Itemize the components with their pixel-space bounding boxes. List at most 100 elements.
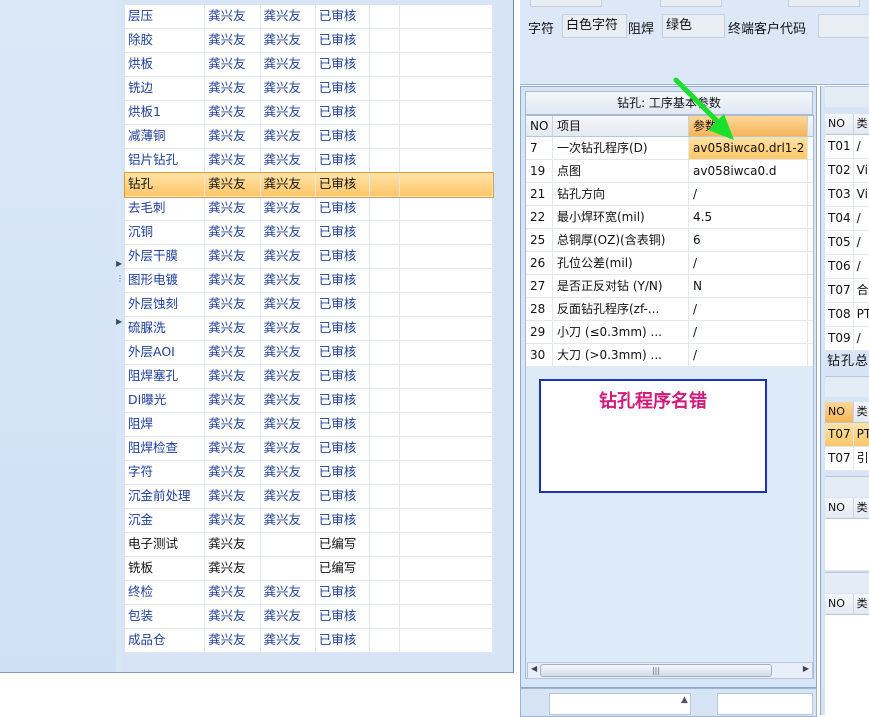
empty-cell (400, 533, 493, 556)
reviewer-cell: 龚兴友 (261, 389, 316, 412)
char-field[interactable]: 白色字符 (562, 14, 627, 38)
process-step-cell: 外层蚀刻 (125, 293, 206, 316)
bottom-field[interactable] (549, 693, 691, 715)
tool2-row[interactable]: T07PT (825, 423, 869, 447)
process-table-row[interactable]: 铣板 龚兴友 已编写 (125, 557, 493, 581)
process-table-row[interactable]: DI曝光 龚兴友 龚兴友 已审核 (125, 389, 493, 413)
tool-rows: T01/T02ViT03ViT04/T05/T06/T07合T08PTT09/ (825, 135, 869, 351)
tool-row[interactable]: T02 Vi (825, 159, 869, 183)
drill-param-row[interactable]: 30 大刀 (>0.3mm) ... / (526, 344, 813, 367)
tool-column-type[interactable]: 类 (854, 114, 869, 134)
info-field-top[interactable] (530, 0, 602, 7)
customer-code-label: 终端客户代码 (728, 22, 807, 37)
process-table-row[interactable]: 字符 龚兴友 龚兴友 已审核 (125, 461, 493, 485)
solder-mask-field[interactable]: 绿色 (662, 14, 725, 38)
process-table-row[interactable]: 阻焊 龚兴友 龚兴友 已审核 (125, 413, 493, 437)
scroll-left-icon[interactable]: ◀ (531, 664, 537, 673)
process-table-row[interactable]: 终检 龚兴友 龚兴友 已审核 (125, 581, 493, 605)
info-field-top[interactable] (788, 0, 860, 7)
tool-row[interactable]: T07 合 (825, 279, 869, 303)
process-table-row[interactable]: 钻孔 龚兴友 龚兴友 已审核 (124, 172, 494, 198)
tool-row[interactable]: T06/ (825, 255, 869, 279)
drill-param-row[interactable]: 21 钻孔方向 / (526, 183, 813, 206)
process-table-row[interactable]: 层压 龚兴友 龚兴友 已审核 (125, 5, 493, 29)
drill-param-row[interactable]: 29 小刀 (≤0.3mm) ... / (526, 321, 813, 344)
drill-param-row[interactable]: 28 反面钻孔程序(zf-... / (526, 298, 813, 321)
tool-row[interactable]: T01/ (825, 135, 869, 159)
param-item-cell: 一次钻孔程序(D) (553, 137, 689, 159)
process-table-row[interactable]: 成品仓 龚兴友 龚兴友 已审核 (125, 629, 493, 653)
process-table-row[interactable]: 外层干膜 龚兴友 龚兴友 已审核 (125, 245, 493, 269)
tool-type-cell: PT (854, 303, 869, 326)
tool-no-cell: T06 (825, 255, 854, 278)
process-table-row[interactable]: 减薄铜 龚兴友 龚兴友 已审核 (125, 125, 493, 149)
process-step-cell: 电子测试 (125, 533, 206, 556)
process-table-row[interactable]: 沉铜 龚兴友 龚兴友 已审核 (125, 221, 493, 245)
column-header-no[interactable]: NO (526, 116, 553, 136)
tool-row[interactable]: T08PT (825, 303, 869, 327)
drill-param-row[interactable]: 22 最小焊环宽(mil) 4.5 (526, 206, 813, 229)
reviewer-cell: 龚兴友 (261, 125, 316, 148)
process-table-row[interactable]: 电子测试 龚兴友 已编写 (125, 533, 493, 557)
process-table-row[interactable]: 去毛刺 龚兴友 龚兴友 已审核 (125, 197, 493, 221)
tool4-column-type[interactable]: 类 (854, 594, 869, 614)
status-cell: 已审核 (316, 29, 371, 52)
tool3-column-type[interactable]: 类 (854, 498, 869, 518)
customer-code-field[interactable] (818, 14, 869, 38)
empty-cell (400, 437, 493, 460)
tool3-column-no[interactable]: NO (825, 498, 854, 518)
tool-row[interactable]: T09/ (825, 327, 869, 351)
tool-column-no[interactable]: NO (825, 114, 854, 134)
tool-row[interactable]: T04/ (825, 207, 869, 231)
tool-grid-4-header: NO 类 (825, 594, 869, 615)
drill-param-row[interactable]: 27 是否正反对钻 (Y/N) N (526, 275, 813, 298)
status-cell: 已审核 (316, 581, 371, 604)
column-header-item[interactable]: 项目 (553, 116, 689, 136)
empty-cell (400, 221, 493, 244)
drill-param-row[interactable]: 26 孔位公差(mil) / (526, 252, 813, 275)
scrollbar-thumb[interactable]: ||| (540, 664, 772, 677)
bottom-field[interactable] (717, 693, 813, 715)
tool-row[interactable]: T05/ (825, 231, 869, 255)
process-table-row[interactable]: 铝片钻孔 龚兴友 龚兴友 已审核 (125, 149, 493, 173)
spinner-up-icon[interactable]: ▲ (681, 695, 688, 705)
tool-grid-4: NO 类 (825, 594, 869, 715)
process-table-row[interactable]: 铣边 龚兴友 龚兴友 已审核 (125, 77, 493, 101)
process-table-row[interactable]: 烘板 龚兴友 龚兴友 已审核 (125, 53, 493, 77)
tool-row[interactable]: T03 Vi (825, 183, 869, 207)
process-table-row[interactable]: 烘板1 龚兴友 龚兴友 已审核 (125, 101, 493, 125)
scroll-right-icon[interactable]: ▶ (803, 664, 809, 673)
process-table-row[interactable]: 外层AOI 龚兴友 龚兴友 已审核 (125, 341, 493, 365)
drill-param-row[interactable]: 25 总铜厚(OZ)(含表铜) 6 (526, 229, 813, 252)
horizontal-scrollbar[interactable]: ◀ ||| ▶ (527, 662, 813, 679)
process-table-row[interactable]: 图形电镀 龚兴友 龚兴友 已审核 (125, 269, 493, 293)
reviewer-cell: 龚兴友 (261, 197, 316, 220)
tool-grid-2-header: NO 类 (825, 402, 869, 423)
tool4-column-no[interactable]: NO (825, 594, 854, 614)
process-step-cell: 铣边 (125, 77, 206, 100)
process-table-row[interactable]: 沉金前处理 龚兴友 龚兴友 已审核 (125, 485, 493, 509)
reviewer-cell: 龚兴友 (261, 581, 316, 604)
tool2-row[interactable]: T07 引 (825, 447, 869, 471)
process-table-row[interactable]: 阻焊塞孔 龚兴友 龚兴友 已审核 (125, 365, 493, 389)
tool2-column-type[interactable]: 类 (854, 402, 869, 422)
process-table-row[interactable]: 沉金 龚兴友 龚兴友 已审核 (125, 509, 493, 533)
info-field-top[interactable] (660, 0, 722, 7)
process-step-cell: 字符 (125, 461, 206, 484)
reviewer-cell: 龚兴友 (261, 437, 316, 460)
process-table-row[interactable]: 硫脲洗 龚兴友 龚兴友 已审核 (125, 317, 493, 341)
empty-cell (370, 269, 401, 292)
tool-grid-header: NO 类 (825, 114, 869, 135)
empty-cell (400, 173, 493, 196)
process-table-row[interactable]: 包装 龚兴友 龚兴友 已审核 (125, 605, 493, 629)
drill-param-row[interactable]: 19 点图 av058iwca0.d (526, 160, 813, 183)
reviewer-cell: 龚兴友 (261, 269, 316, 292)
drill-panel-title: 钻孔: 工序基本参数 (525, 91, 813, 115)
reviewer-cell: 龚兴友 (261, 317, 316, 340)
tool2-column-no[interactable]: NO (825, 402, 854, 422)
author-cell: 龚兴友 (205, 389, 261, 412)
process-table-row[interactable]: 外层蚀刻 龚兴友 龚兴友 已审核 (125, 293, 493, 317)
drill-summary-label: 钻孔总 (827, 354, 869, 369)
process-table-row[interactable]: 除胶 龚兴友 龚兴友 已审核 (125, 29, 493, 53)
process-table-row[interactable]: 阻焊检查 龚兴友 龚兴友 已审核 (125, 437, 493, 461)
